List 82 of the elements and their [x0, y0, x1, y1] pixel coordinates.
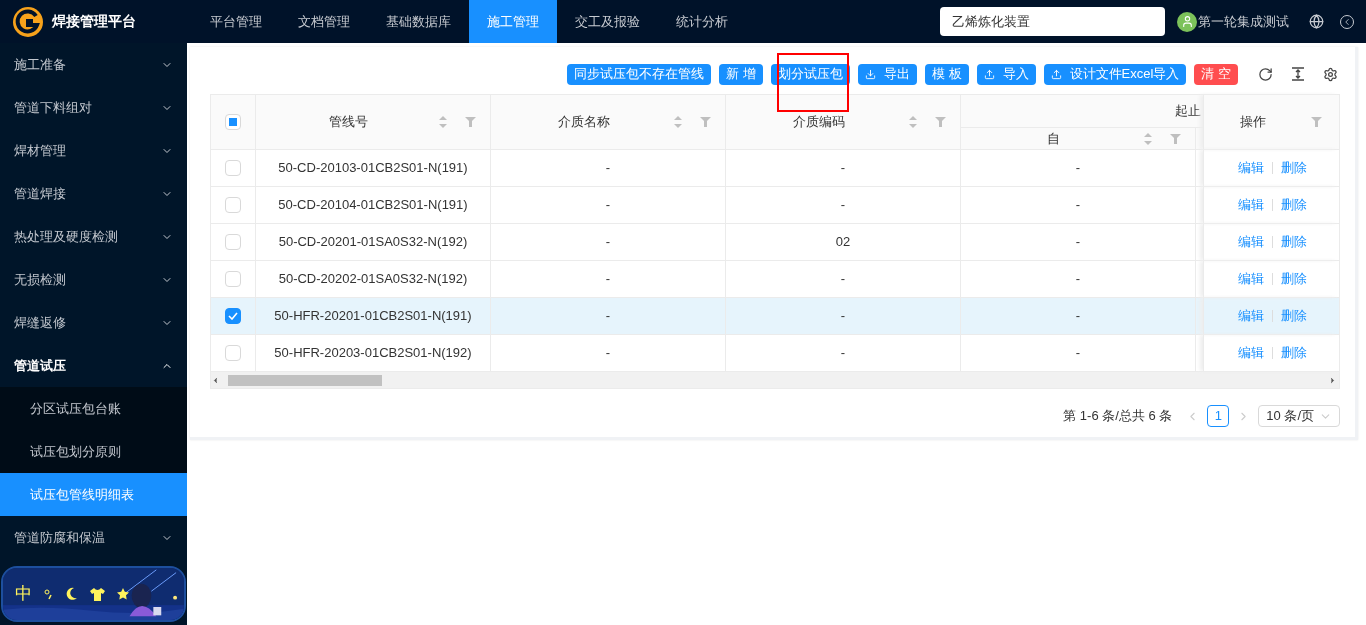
- nav-tab[interactable]: 文档管理: [280, 0, 368, 43]
- theme-widget[interactable]: 中: [1, 566, 186, 622]
- sidebar-item[interactable]: 无损检测: [0, 258, 187, 301]
- app-title: 焊接管理平台: [52, 12, 136, 31]
- submenu-item[interactable]: 试压包划分原则: [0, 430, 187, 473]
- density-icon[interactable]: [1291, 67, 1305, 81]
- sidebar-item[interactable]: 焊材管理: [0, 129, 187, 172]
- scroll-left-icon[interactable]: [211, 375, 220, 385]
- sidebar-item[interactable]: 管道防腐和保温: [0, 516, 187, 559]
- sidebar-item[interactable]: 管道下料组对: [0, 86, 187, 129]
- group-header: 起止: [961, 95, 1203, 128]
- table-cell-text: -: [840, 196, 846, 215]
- sort-icon[interactable]: [1144, 132, 1152, 145]
- column-header[interactable]: 自: [961, 128, 1196, 149]
- table-cell-text: -: [840, 307, 846, 326]
- user-name[interactable]: 第一轮集成测试: [1198, 11, 1289, 32]
- upload-icon: [1050, 68, 1062, 80]
- column-header[interactable]: 管线号: [256, 95, 491, 149]
- settings-icon[interactable]: [1323, 66, 1338, 82]
- checkmark-icon: [228, 312, 238, 320]
- table-cell-text: -: [1075, 233, 1081, 252]
- sort-icon[interactable]: [439, 116, 447, 128]
- table-cell-text: 50-HFR-20203-01CB2S01-N(192): [274, 344, 472, 363]
- table-cell-text: -: [840, 344, 846, 363]
- nav-tab[interactable]: 基础数据库: [368, 0, 469, 43]
- table-cell-text: -: [1075, 344, 1081, 363]
- project-field[interactable]: 乙烯炼化装置: [940, 7, 1165, 36]
- table-cell-text: -: [605, 196, 611, 215]
- column-header[interactable]: 介质编码: [726, 95, 961, 149]
- upload-icon: [983, 68, 995, 80]
- table-cell-text: 50-CD-20104-01CB2S01-N(191): [278, 196, 468, 215]
- table-cell-text: -: [605, 270, 611, 289]
- column-header[interactable]: 操作: [1203, 95, 1338, 149]
- column-header[interactable]: 介质名称: [491, 95, 726, 149]
- table-cell-text: -: [605, 344, 611, 363]
- table-cell-text: 50-CD-20103-01CB2S01-N(191): [278, 159, 468, 178]
- nav-tab[interactable]: 交工及报验: [557, 0, 658, 43]
- horizontal-scrollbar[interactable]: [211, 372, 1339, 388]
- table-cell-text: -: [1075, 270, 1081, 289]
- sidebar-item[interactable]: 焊缝返修: [0, 301, 187, 344]
- table-cell-text: -: [1075, 159, 1081, 178]
- pagination-summary: 第 1-6 条/总共 6 条: [1063, 407, 1173, 426]
- filter-icon[interactable]: [935, 117, 946, 127]
- table-cell-text: -: [840, 270, 846, 289]
- table-cell-text: 50-HFR-20201-01CB2S01-N(191): [274, 307, 472, 326]
- nav-tab[interactable]: 统计分析: [658, 0, 746, 43]
- table-cell-text: -: [605, 233, 611, 252]
- checkbox[interactable]: [225, 308, 241, 324]
- scroll-right-icon[interactable]: [1328, 375, 1337, 385]
- filter-icon[interactable]: [700, 117, 711, 127]
- table-cell-text: -: [840, 159, 846, 178]
- refresh-icon[interactable]: [1258, 66, 1273, 82]
- table-cell-text: 50-CD-20201-01SA0S32-N(192): [278, 233, 468, 252]
- logo-icon: [12, 5, 44, 38]
- indeterminate-mark: [229, 118, 237, 126]
- language-toggle[interactable]: 中: [15, 581, 32, 607]
- download-icon: [864, 68, 876, 80]
- submenu-item[interactable]: 分区试压包台账: [0, 387, 187, 430]
- filter-icon[interactable]: [465, 117, 476, 127]
- punctuation-icon[interactable]: [44, 588, 54, 600]
- table-cell-text: -: [605, 307, 611, 326]
- sidebar-item[interactable]: 施工准备: [0, 43, 187, 86]
- table-cell-text: 02: [835, 233, 851, 252]
- sort-icon[interactable]: [674, 116, 682, 128]
- table-cell-text: -: [605, 159, 611, 178]
- shirt-icon[interactable]: [90, 587, 105, 601]
- user-avatar-icon[interactable]: [1177, 11, 1197, 32]
- filter-icon[interactable]: [1170, 133, 1181, 144]
- moon-icon[interactable]: [66, 587, 78, 601]
- nav-tab[interactable]: 平台管理: [192, 0, 280, 43]
- page-size-select[interactable]: 10 条/页: [1258, 405, 1340, 427]
- sidebar-item[interactable]: 管道试压: [0, 344, 187, 387]
- table-cell-text: -: [1075, 196, 1081, 215]
- sort-icon[interactable]: [909, 116, 917, 128]
- language-icon[interactable]: [1309, 14, 1324, 29]
- table-row[interactable]: 50-HFR-20201-01CB2S01-N(191) - - - 编辑 删除: [211, 298, 1339, 335]
- star-icon[interactable]: [117, 588, 129, 600]
- table-cell-text: 50-CD-20202-01SA0S32-N(192): [278, 270, 468, 289]
- sidebar-item[interactable]: 热处理及硬度检测: [0, 215, 187, 258]
- table-cell-text: -: [1075, 307, 1081, 326]
- filter-icon[interactable]: [1311, 117, 1322, 127]
- sidebar-item[interactable]: 管道焊接: [0, 172, 187, 215]
